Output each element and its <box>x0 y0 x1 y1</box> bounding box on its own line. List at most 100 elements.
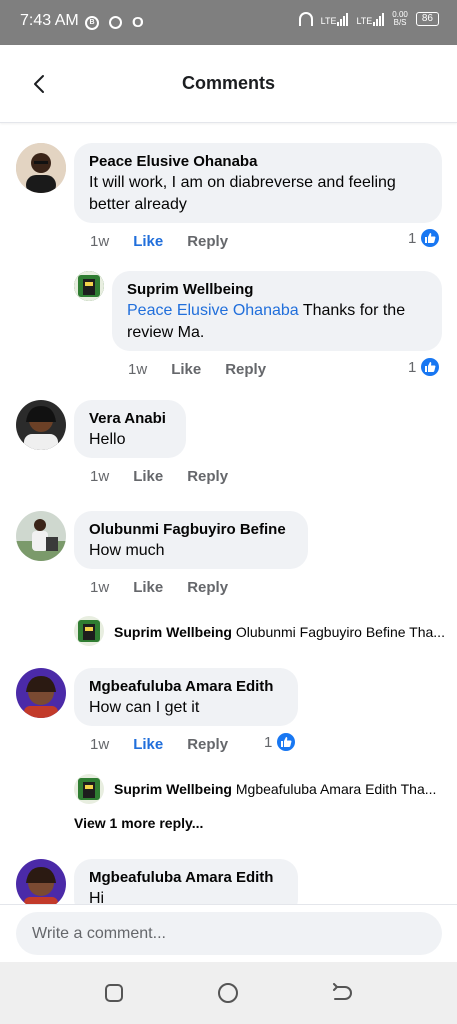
reply-text-line: Peace Elusive Ohanaba Thanks for the <box>127 300 428 322</box>
avatar-image <box>16 400 66 450</box>
comment-text: How can I get it <box>89 699 200 716</box>
like-button[interactable]: Like <box>171 361 201 378</box>
comment-actions: 1w Like Reply <box>90 468 228 485</box>
headset-icon <box>298 12 313 26</box>
avatar-image <box>16 143 66 193</box>
comment-author[interactable]: Peace Elusive Ohanaba <box>89 152 428 172</box>
comment-time[interactable]: 1w <box>90 579 109 596</box>
thumbs-up-icon <box>276 732 297 752</box>
reply-text-line: review Ma. <box>127 324 205 341</box>
comment-actions: 1w Like Reply <box>90 579 228 596</box>
status-time: 7:43 AM <box>20 12 79 29</box>
reply-button[interactable]: Reply <box>225 361 266 378</box>
reply-actions: 1w Like Reply <box>128 361 266 378</box>
comment-bubble[interactable]: Olubunmi Fagbuyiro Befine How much <box>74 511 308 569</box>
reply-preview: Olubunmi Fagbuyiro Befine Tha... <box>235 624 444 640</box>
comment-text-line: It will work, I am on diabreverse and fe… <box>89 174 396 191</box>
signal-icon-1: LTE <box>321 12 349 26</box>
avatar[interactable] <box>16 859 66 904</box>
square-icon <box>105 984 123 1002</box>
avatar-image <box>74 271 104 301</box>
like-button[interactable]: Like <box>133 579 163 596</box>
avatar[interactable] <box>74 774 104 804</box>
reply-author[interactable]: Suprim Wellbeing <box>114 781 232 797</box>
back-arrow-icon <box>333 983 352 1000</box>
view-more-replies-link[interactable]: View 1 more reply... <box>74 815 203 831</box>
reply-button[interactable]: Reply <box>187 736 228 753</box>
status-notification-icons: B O <box>85 14 144 31</box>
comment-author[interactable]: Mgbeafuluba Amara Edith <box>89 677 284 697</box>
comment-time[interactable]: 1w <box>90 736 109 753</box>
battery-icon: 86 <box>415 12 439 26</box>
comment-bubble[interactable]: Vera Anabi Hello <box>74 400 186 458</box>
reply-bubble[interactable]: Suprim Wellbeing Peace Elusive Ohanaba T… <box>112 271 442 351</box>
comment-text: Hi <box>89 890 105 904</box>
reply-text-fragment: Thanks for the <box>298 302 406 319</box>
avatar[interactable] <box>16 668 66 718</box>
comment-time[interactable]: 1w <box>90 233 109 250</box>
comment-bubble[interactable]: Peace Elusive Ohanaba It will work, I am… <box>74 143 442 223</box>
avatar-image <box>74 616 104 646</box>
comment-text: How much <box>89 542 165 559</box>
comment-bubble[interactable]: Mgbeafuluba Amara Edith Hi <box>74 859 298 904</box>
avatar-image <box>16 511 66 561</box>
like-button[interactable]: Like <box>133 736 163 753</box>
b-icon: B <box>85 15 99 30</box>
network-speed: 0.00 B/S <box>392 11 408 27</box>
avatar[interactable] <box>16 143 66 193</box>
like-button[interactable]: Like <box>133 233 163 250</box>
avatar-image <box>74 774 104 804</box>
o-icon: O <box>132 14 144 31</box>
network-label-2: LTE <box>356 16 373 26</box>
reply-author[interactable]: Suprim Wellbeing <box>127 280 428 300</box>
signal-icon-2: LTE <box>356 12 385 26</box>
reply-author[interactable]: Suprim Wellbeing <box>114 624 232 640</box>
speed-unit: B/S <box>393 18 407 27</box>
comment-text: It will work, I am on diabreverse and fe… <box>89 172 428 216</box>
circle-home-icon <box>218 983 238 1003</box>
avatar-image <box>16 859 66 904</box>
reply-button[interactable]: Reply <box>187 468 228 485</box>
comments-screen: 7:43 AM B O LTE LTE 0.00 B/S 86 Comments… <box>0 0 457 1024</box>
reaction-summary[interactable]: 1 <box>264 732 297 752</box>
avatar[interactable] <box>74 271 104 301</box>
reply-button[interactable]: Reply <box>187 233 228 250</box>
comment-author[interactable]: Mgbeafuluba Amara Edith <box>89 868 284 888</box>
comment-author[interactable]: Vera Anabi <box>89 409 172 429</box>
status-system-icons: LTE LTE 0.00 B/S 86 <box>298 11 439 27</box>
home-button[interactable] <box>217 982 239 1004</box>
avatar[interactable] <box>74 616 104 646</box>
thumbs-up-icon <box>420 228 441 248</box>
comment-actions: 1w Like Reply <box>90 233 228 250</box>
avatar[interactable] <box>16 400 66 450</box>
comment-composer <box>0 904 457 962</box>
comment-bubble[interactable]: Mgbeafuluba Amara Edith How can I get it <box>74 668 298 726</box>
comment-text: Hello <box>89 431 126 448</box>
thumbs-up-icon <box>420 357 441 377</box>
recents-button[interactable] <box>103 982 125 1004</box>
reply-button[interactable]: Reply <box>187 579 228 596</box>
reply-text: Peace Elusive Ohanaba Thanks for the rev… <box>127 300 428 344</box>
mention-link[interactable]: Peace Elusive Ohanaba <box>127 302 299 319</box>
comment-input[interactable] <box>16 912 442 955</box>
system-nav-bar <box>0 962 457 1024</box>
collapsed-reply[interactable]: Suprim Wellbeing Mgbeafuluba Amara Edith… <box>114 781 444 797</box>
collapsed-reply[interactable]: Suprim Wellbeing Olubunmi Fagbuyiro Befi… <box>114 624 444 640</box>
avatar[interactable] <box>16 511 66 561</box>
comments-list[interactable]: Peace Elusive Ohanaba It will work, I am… <box>0 124 457 904</box>
comment-time[interactable]: 1w <box>128 361 147 378</box>
page-title: Comments <box>181 73 275 93</box>
reaction-count: 1 <box>408 358 417 376</box>
comment-text-line: better already <box>89 196 187 213</box>
back-nav-button[interactable] <box>331 982 353 1004</box>
comment-actions: 1w Like Reply <box>90 736 228 753</box>
avatar-image <box>16 668 66 718</box>
reaction-summary[interactable]: 1 <box>408 357 441 377</box>
comment-author[interactable]: Olubunmi Fagbuyiro Befine <box>89 520 294 540</box>
reaction-summary[interactable]: 1 <box>408 228 441 248</box>
comment-time[interactable]: 1w <box>90 468 109 485</box>
reply-preview: Mgbeafuluba Amara Edith Tha... <box>235 781 437 797</box>
status-bar: 7:43 AM B O LTE LTE 0.00 B/S 86 <box>0 0 457 45</box>
header: Comments <box>0 45 457 123</box>
like-button[interactable]: Like <box>133 468 163 485</box>
